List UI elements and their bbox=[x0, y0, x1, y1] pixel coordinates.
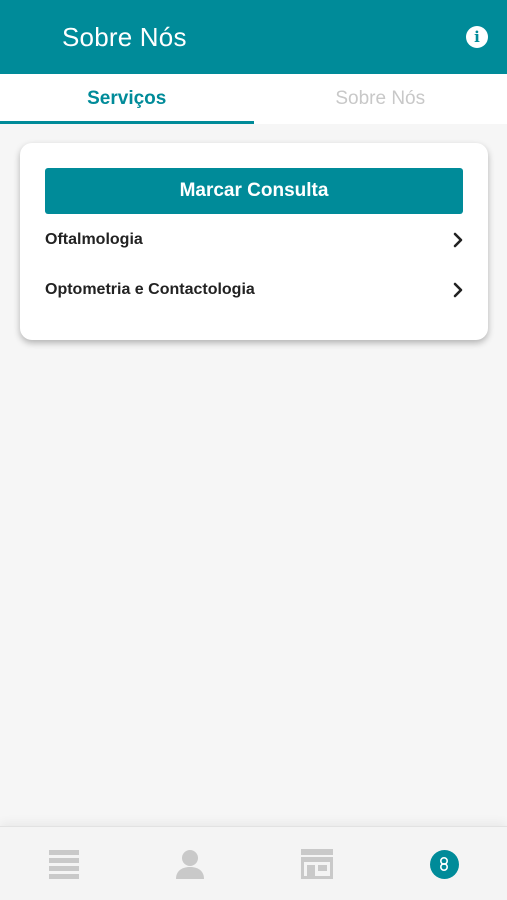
tab-bar: Serviços Sobre Nós bbox=[0, 74, 507, 124]
tab-servicos[interactable]: Serviços bbox=[0, 74, 254, 124]
menu-icon bbox=[49, 850, 79, 879]
app-header: Sobre Nós i bbox=[0, 0, 507, 74]
store-icon bbox=[301, 849, 333, 879]
services-card: Marcar Consulta Oftalmologia Optometria … bbox=[20, 143, 488, 340]
nav-menu-button[interactable] bbox=[34, 827, 94, 900]
bottom-nav bbox=[0, 826, 507, 900]
user-icon bbox=[176, 850, 204, 879]
marcar-consulta-button[interactable]: Marcar Consulta bbox=[45, 168, 463, 214]
app-screen: Sobre Nós i Serviços Sobre Nós Marcar Co… bbox=[0, 0, 507, 900]
list-item-label: Optometria e Contactologia bbox=[45, 281, 255, 298]
chevron-right-icon bbox=[451, 282, 465, 298]
nav-about-button[interactable] bbox=[414, 827, 474, 900]
link-icon bbox=[429, 849, 459, 879]
list-item-optometria[interactable]: Optometria e Contactologia bbox=[45, 275, 465, 305]
chevron-right-icon bbox=[451, 232, 465, 248]
page-title: Sobre Nós bbox=[62, 22, 187, 52]
tab-sobre-nos[interactable]: Sobre Nós bbox=[254, 74, 507, 124]
list-item-label: Oftalmologia bbox=[45, 231, 143, 248]
info-icon[interactable]: i bbox=[466, 26, 488, 48]
nav-profile-button[interactable] bbox=[160, 827, 220, 900]
nav-store-button[interactable] bbox=[287, 827, 347, 900]
list-item-oftalmologia[interactable]: Oftalmologia bbox=[45, 225, 465, 255]
